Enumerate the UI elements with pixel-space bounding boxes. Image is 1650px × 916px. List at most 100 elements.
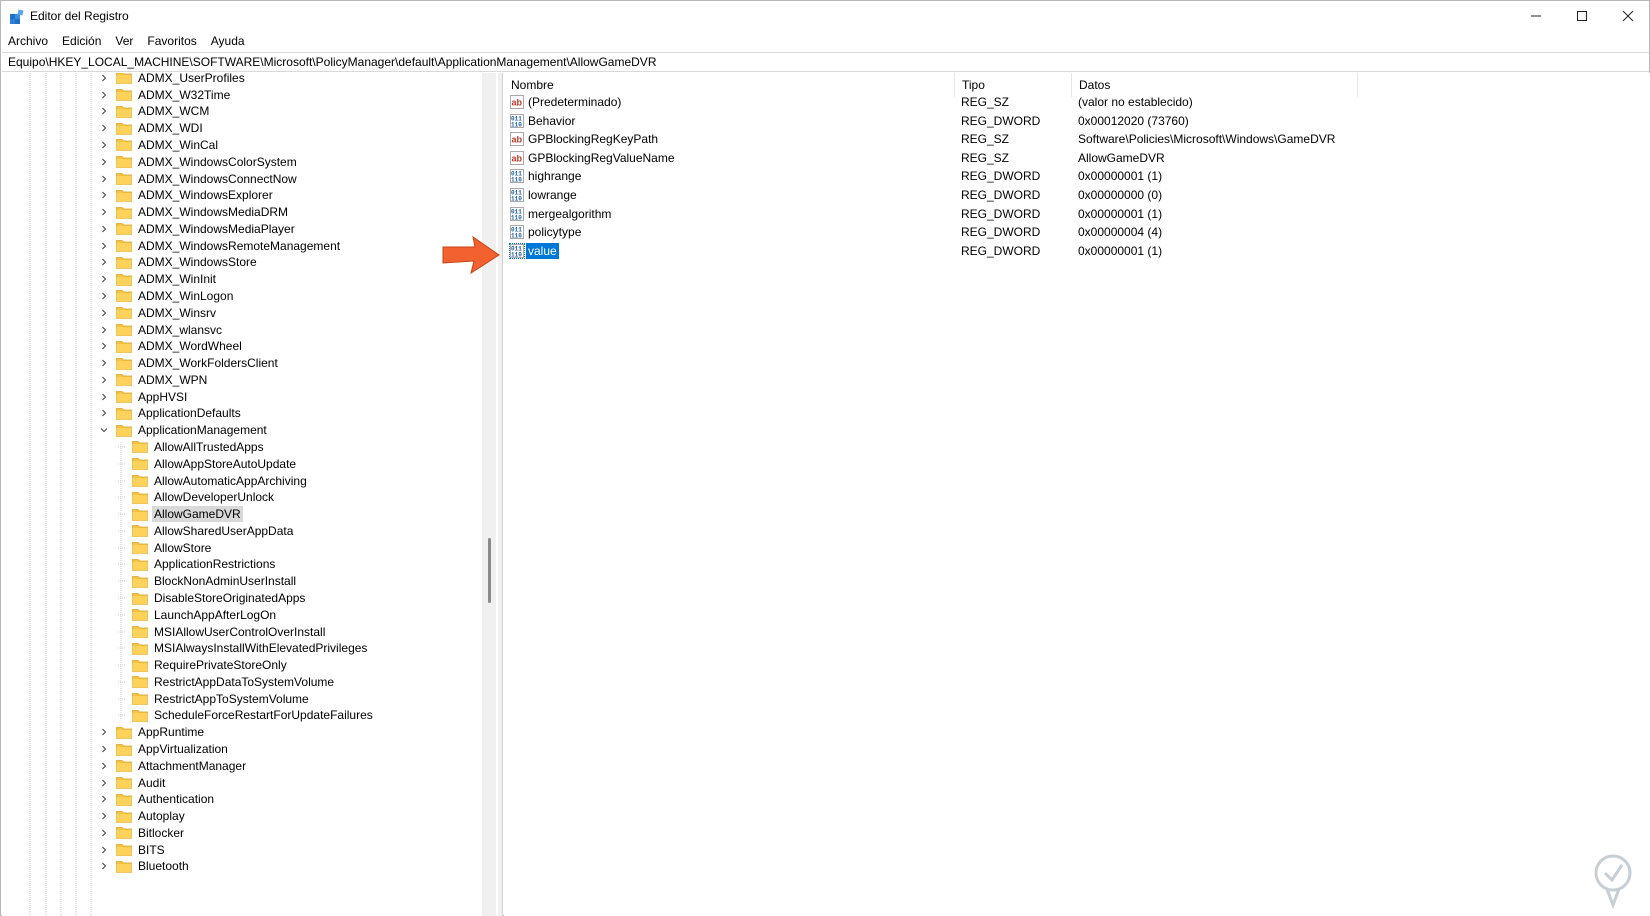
tree-item[interactable]: AttachmentManager: [98, 757, 248, 775]
menu-edicion[interactable]: Edición: [55, 32, 108, 51]
maximize-button[interactable]: [1559, 1, 1605, 31]
tree-item[interactable]: MSIAlwaysInstallWithElevatedPrivileges: [118, 640, 369, 658]
chevron-right-icon[interactable]: [98, 89, 110, 101]
chevron-right-icon[interactable]: [98, 122, 110, 134]
tree-item[interactable]: AllowAutomaticAppArchiving: [118, 472, 309, 490]
chevron-right-icon[interactable]: [98, 793, 110, 805]
tree-item[interactable]: AllowAppStoreAutoUpdate: [118, 455, 298, 473]
chevron-right-icon[interactable]: [98, 810, 110, 822]
tree-item[interactable]: LaunchAppAfterLogOn: [118, 606, 278, 624]
chevron-right-icon[interactable]: [98, 273, 110, 285]
value-row[interactable]: ab GPBlockingRegKeyPath REG_SZ Software\Pol…: [504, 130, 1650, 149]
tree-item[interactable]: ADMX_WindowsMediaDRM: [98, 203, 290, 221]
menu-archivo[interactable]: Archivo: [1, 32, 55, 51]
registry-values-list[interactable]: Nombre Tipo Datos ab (Predeterminado) REG_…: [504, 73, 1650, 916]
tree-item[interactable]: ADMX_WDI: [98, 119, 205, 137]
chevron-right-icon[interactable]: [98, 189, 110, 201]
tree-item[interactable]: AllowSharedUserAppData: [118, 522, 295, 540]
tree-item[interactable]: ADMX_W32Time: [98, 86, 232, 104]
chevron-down-icon[interactable]: [98, 424, 110, 436]
menu-favoritos[interactable]: Favoritos: [140, 32, 203, 51]
tree-item[interactable]: ADMX_WinInit: [98, 270, 218, 288]
chevron-right-icon[interactable]: [98, 307, 110, 319]
chevron-right-icon[interactable]: [98, 844, 110, 856]
chevron-right-icon[interactable]: [98, 156, 110, 168]
tree-item[interactable]: AllowAllTrustedApps: [118, 438, 266, 456]
chevron-right-icon[interactable]: [98, 760, 110, 772]
chevron-right-icon[interactable]: [98, 777, 110, 789]
chevron-right-icon[interactable]: [98, 391, 110, 403]
minimize-button[interactable]: [1513, 1, 1559, 31]
tree-item[interactable]: Autoplay: [98, 807, 187, 825]
chevron-right-icon[interactable]: [98, 240, 110, 252]
pane-splitter[interactable]: [498, 73, 503, 916]
tree-item[interactable]: RestrictAppToSystemVolume: [118, 690, 311, 708]
value-row[interactable]: 011 110 value REG_DWORD 0x00000001 (1): [504, 242, 1650, 261]
chevron-right-icon[interactable]: [98, 827, 110, 839]
tree-item[interactable]: AppHVSI: [98, 388, 189, 406]
tree-item[interactable]: AllowDeveloperUnlock: [118, 489, 276, 507]
tree-item[interactable]: AppRuntime: [98, 723, 206, 741]
tree-item[interactable]: Audit: [98, 774, 167, 792]
tree-item[interactable]: ADMX_WindowsExplorer: [98, 186, 275, 204]
value-row[interactable]: 011 110 lowrange REG_DWORD 0x00000000 (0): [504, 186, 1650, 205]
tree-item[interactable]: BITS: [98, 841, 167, 859]
tree-item[interactable]: Authentication: [98, 791, 216, 809]
tree-item[interactable]: Bitlocker: [98, 824, 186, 842]
chevron-right-icon[interactable]: [98, 173, 110, 185]
value-row[interactable]: 011 110 mergealgorithm REG_DWORD 0x00000001 …: [504, 205, 1650, 224]
tree-item[interactable]: ADMX_WindowsRemoteManagement: [98, 237, 342, 255]
tree-item[interactable]: ApplicationManagement: [98, 421, 269, 439]
value-row[interactable]: ab (Predeterminado) REG_SZ (valor no establ…: [504, 93, 1650, 112]
tree-item[interactable]: BlockNonAdminUserInstall: [118, 572, 298, 590]
tree-item[interactable]: ADMX_WPN: [98, 371, 209, 389]
chevron-right-icon[interactable]: [98, 743, 110, 755]
registry-key-tree[interactable]: ADMX_UserProfiles ADMX_W32Time ADMX_WCM ADM…: [2, 73, 498, 916]
tree-item[interactable]: ADMX_WindowsStore: [98, 254, 259, 272]
tree-item[interactable]: RestrictAppDataToSystemVolume: [118, 673, 336, 691]
tree-item[interactable]: ApplicationRestrictions: [118, 556, 277, 574]
value-row[interactable]: 011 110 highrange REG_DWORD 0x00000001 (1): [504, 167, 1650, 186]
tree-scrollbar-thumb[interactable]: [488, 538, 491, 603]
chevron-right-icon[interactable]: [98, 256, 110, 268]
chevron-right-icon[interactable]: [98, 726, 110, 738]
close-button[interactable]: [1605, 1, 1650, 31]
tree-item[interactable]: ADMX_WindowsConnectNow: [98, 170, 299, 188]
chevron-right-icon[interactable]: [98, 105, 110, 117]
chevron-right-icon[interactable]: [98, 290, 110, 302]
tree-item[interactable]: AppVirtualization: [98, 740, 230, 758]
value-row[interactable]: ab GPBlockingRegValueName REG_SZ AllowGameD…: [504, 149, 1650, 168]
chevron-right-icon[interactable]: [98, 340, 110, 352]
tree-item[interactable]: ADMX_UserProfiles: [98, 73, 247, 87]
chevron-right-icon[interactable]: [98, 139, 110, 151]
tree-item[interactable]: MSIAllowUserControlOverInstall: [118, 623, 327, 641]
tree-item[interactable]: DisableStoreOriginatedApps: [118, 589, 307, 607]
tree-item[interactable]: ADMX_Winsrv: [98, 304, 218, 322]
chevron-right-icon[interactable]: [98, 223, 110, 235]
menu-ayuda[interactable]: Ayuda: [204, 32, 252, 51]
tree-item[interactable]: AllowStore: [118, 539, 213, 557]
tree-item[interactable]: ADMX_WindowsColorSystem: [98, 153, 299, 171]
chevron-right-icon[interactable]: [98, 374, 110, 386]
tree-item[interactable]: AllowGameDVR: [118, 505, 243, 523]
tree-item[interactable]: ADMX_WorkFoldersClient: [98, 354, 280, 372]
tree-item[interactable]: ApplicationDefaults: [98, 405, 243, 423]
tree-item[interactable]: ADMX_WCM: [98, 103, 211, 121]
tree-item[interactable]: ADMX_wlansvc: [98, 321, 224, 339]
chevron-right-icon[interactable]: [98, 407, 110, 419]
chevron-right-icon[interactable]: [98, 206, 110, 218]
tree-item[interactable]: ADMX_WinCal: [98, 136, 220, 154]
tree-item[interactable]: ADMX_WordWheel: [98, 337, 244, 355]
tree-scrollbar[interactable]: [482, 73, 496, 916]
tree-item[interactable]: Bluetooth: [98, 858, 191, 876]
tree-item[interactable]: ADMX_WinLogon: [98, 287, 235, 305]
menu-ver[interactable]: Ver: [108, 32, 140, 51]
tree-item[interactable]: ADMX_WindowsMediaPlayer: [98, 220, 297, 238]
chevron-right-icon[interactable]: [98, 324, 110, 336]
chevron-right-icon[interactable]: [98, 860, 110, 872]
chevron-right-icon[interactable]: [98, 73, 110, 84]
value-row[interactable]: 011 110 policytype REG_DWORD 0x00000004 (4): [504, 223, 1650, 242]
address-bar[interactable]: Equipo\HKEY_LOCAL_MACHINE\SOFTWARE\Micro…: [2, 52, 1649, 72]
tree-item[interactable]: ScheduleForceRestartForUpdateFailures: [118, 707, 375, 725]
tree-item[interactable]: RequirePrivateStoreOnly: [118, 656, 289, 674]
